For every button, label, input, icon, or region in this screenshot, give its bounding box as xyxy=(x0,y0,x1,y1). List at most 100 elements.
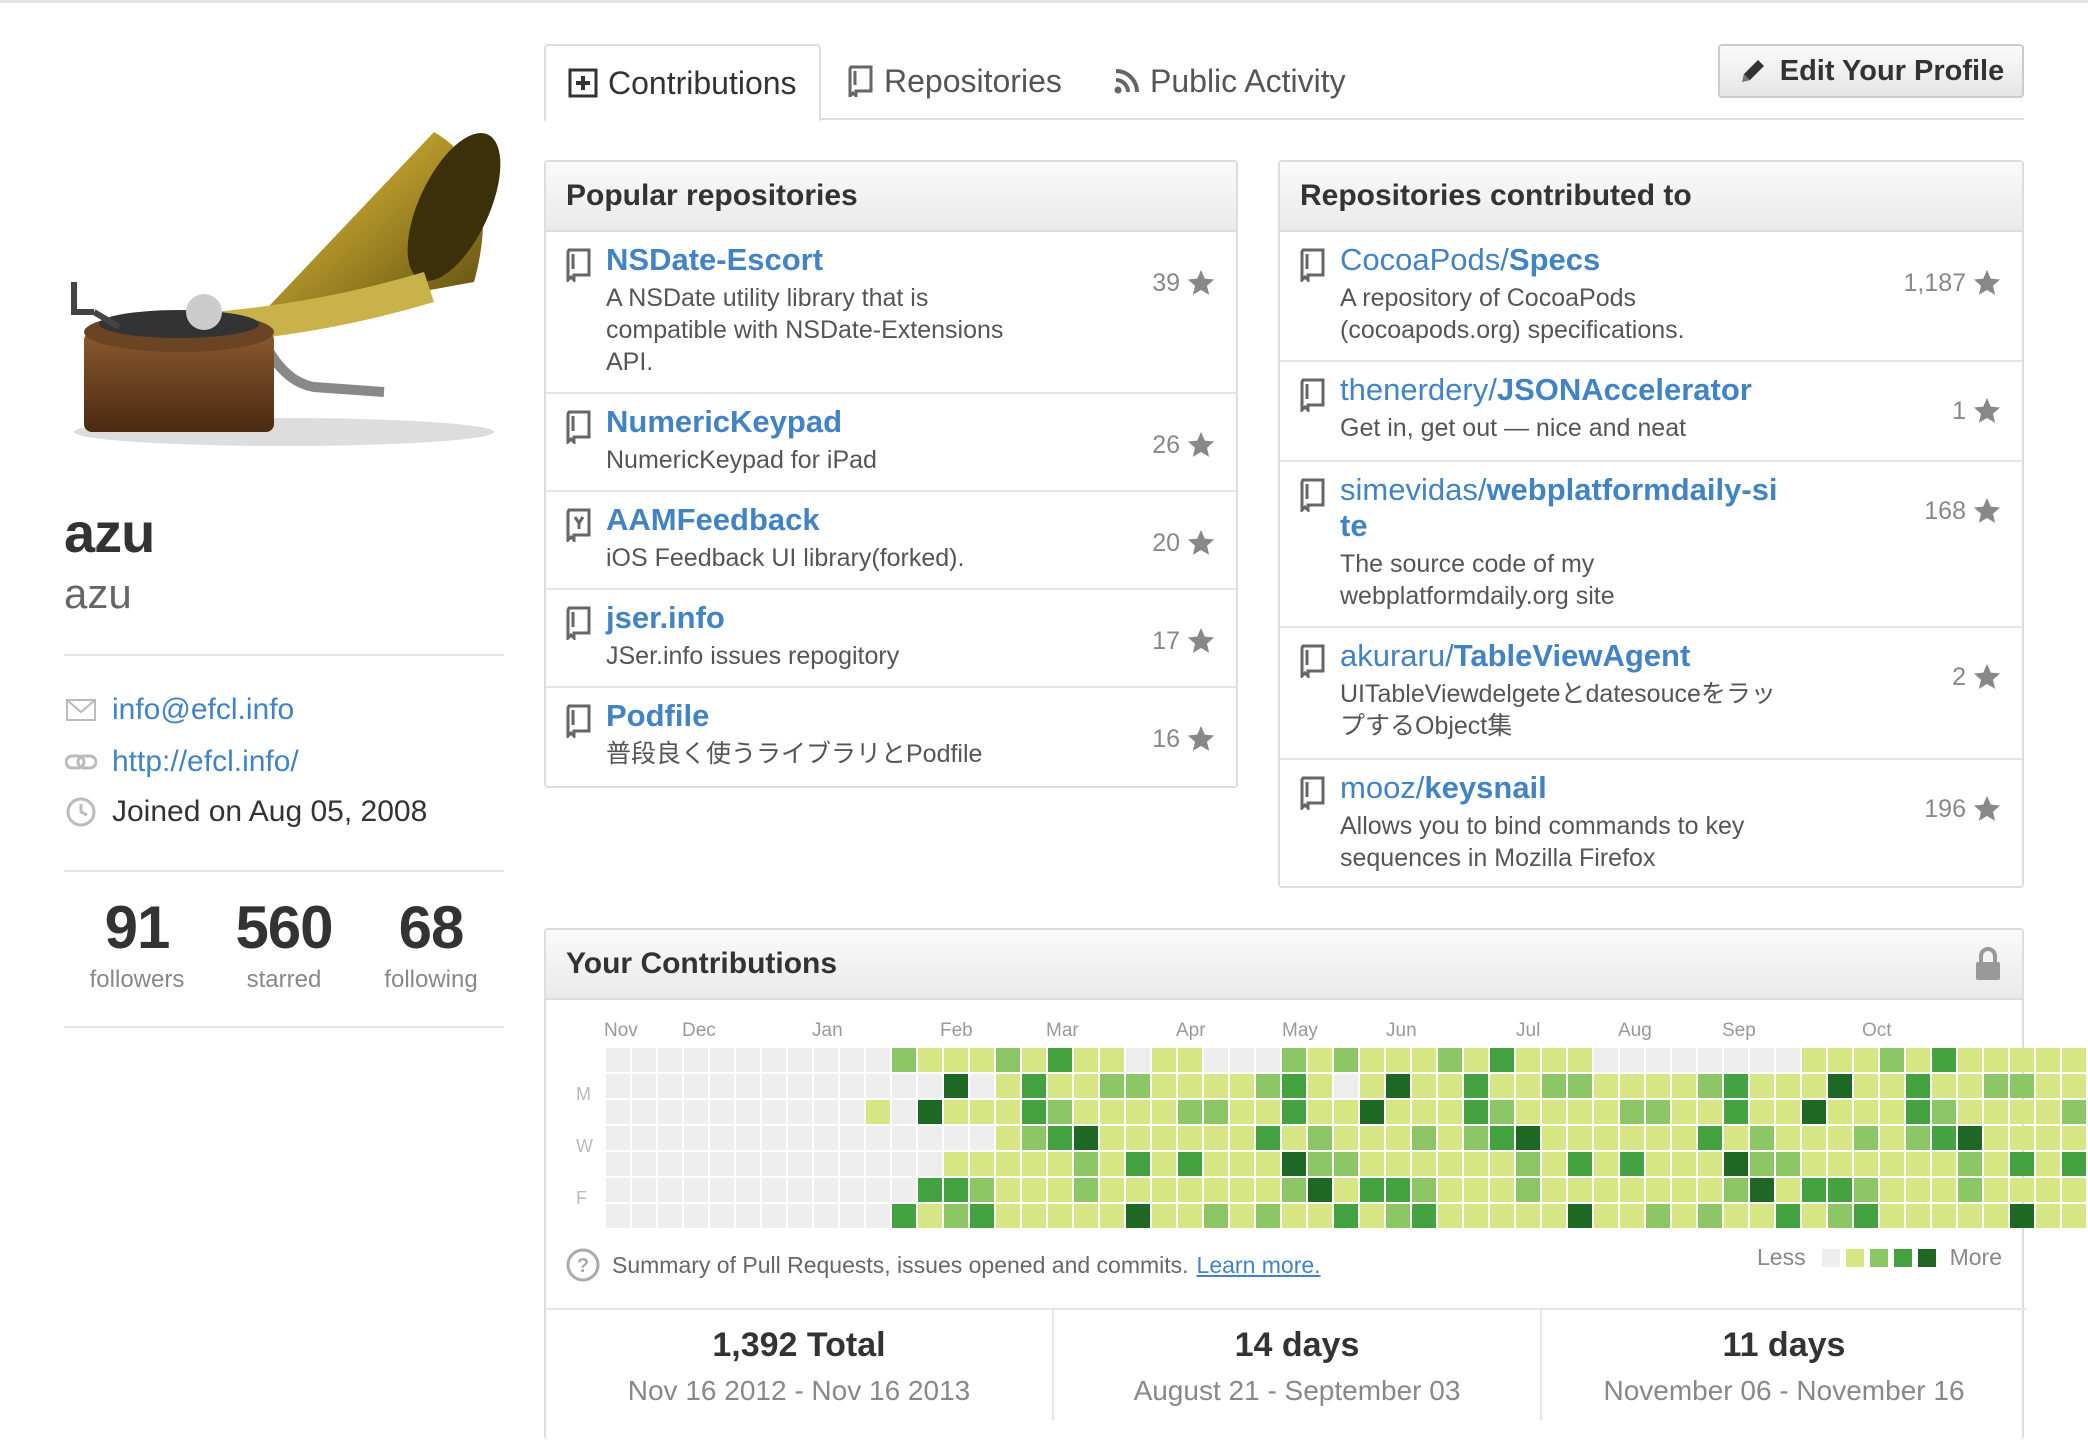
contribution-day[interactable] xyxy=(1542,1126,1566,1150)
contribution-day[interactable] xyxy=(1984,1152,2008,1176)
repo-item[interactable]: mooz/keysnail Allows you to bind command… xyxy=(1280,760,2022,886)
contribution-day[interactable] xyxy=(710,1178,734,1202)
contribution-day[interactable] xyxy=(606,1152,630,1176)
contribution-day[interactable] xyxy=(1698,1152,1722,1176)
contribution-day[interactable] xyxy=(762,1204,786,1228)
contribution-day[interactable] xyxy=(1074,1152,1098,1176)
contribution-day[interactable] xyxy=(1282,1074,1306,1098)
contribution-day[interactable] xyxy=(1230,1048,1254,1072)
contribution-day[interactable] xyxy=(1100,1152,1124,1176)
contribution-day[interactable] xyxy=(1594,1048,1618,1072)
contribution-day[interactable] xyxy=(1698,1100,1722,1124)
contribution-day[interactable] xyxy=(1490,1074,1514,1098)
contribution-day[interactable] xyxy=(1152,1152,1176,1176)
contribution-day[interactable] xyxy=(1204,1100,1228,1124)
contribution-day[interactable] xyxy=(814,1048,838,1072)
contribution-day[interactable] xyxy=(1282,1178,1306,1202)
contribution-day[interactable] xyxy=(1906,1074,1930,1098)
contribution-day[interactable] xyxy=(1360,1048,1384,1072)
contribution-day[interactable] xyxy=(1126,1178,1150,1202)
contribution-day[interactable] xyxy=(1906,1100,1930,1124)
contribution-day[interactable] xyxy=(1854,1178,1878,1202)
contribution-day[interactable] xyxy=(1100,1204,1124,1228)
contribution-day[interactable] xyxy=(2062,1048,2086,1072)
contribution-day[interactable] xyxy=(944,1074,968,1098)
contribution-day[interactable] xyxy=(2010,1152,2034,1176)
contribution-day[interactable] xyxy=(2010,1100,2034,1124)
contribution-day[interactable] xyxy=(1464,1100,1488,1124)
contribution-day[interactable] xyxy=(892,1204,916,1228)
contribution-day[interactable] xyxy=(684,1074,708,1098)
contribution-day[interactable] xyxy=(710,1048,734,1072)
contribution-day[interactable] xyxy=(1100,1074,1124,1098)
contribution-day[interactable] xyxy=(1958,1100,1982,1124)
contribution-day[interactable] xyxy=(1620,1126,1644,1150)
contribution-day[interactable] xyxy=(1906,1204,1930,1228)
contribution-day[interactable] xyxy=(1022,1152,1046,1176)
contribution-day[interactable] xyxy=(918,1048,942,1072)
contribution-day[interactable] xyxy=(1672,1204,1696,1228)
contribution-day[interactable] xyxy=(1958,1074,1982,1098)
repo-name-link[interactable]: AAMFeedback xyxy=(606,502,820,538)
contribution-day[interactable] xyxy=(1802,1074,1826,1098)
contribution-day[interactable] xyxy=(1620,1100,1644,1124)
contribution-day[interactable] xyxy=(1724,1152,1748,1176)
contribution-day[interactable] xyxy=(918,1100,942,1124)
contribution-day[interactable] xyxy=(1828,1126,1852,1150)
contribution-day[interactable] xyxy=(1698,1204,1722,1228)
contribution-day[interactable] xyxy=(1594,1204,1618,1228)
contribution-day[interactable] xyxy=(1932,1100,1956,1124)
contribution-day[interactable] xyxy=(840,1152,864,1176)
contribution-day[interactable] xyxy=(1854,1100,1878,1124)
contribution-day[interactable] xyxy=(1880,1204,1904,1228)
contribution-day[interactable] xyxy=(684,1048,708,1072)
contribution-day[interactable] xyxy=(1204,1126,1228,1150)
contribution-day[interactable] xyxy=(606,1100,630,1124)
repo-item[interactable]: Podfile 普段良く使うライブラリとPodfile 16 xyxy=(546,688,1236,784)
contribution-day[interactable] xyxy=(1490,1048,1514,1072)
contribution-day[interactable] xyxy=(1490,1178,1514,1202)
contribution-day[interactable] xyxy=(1074,1100,1098,1124)
contribution-day[interactable] xyxy=(892,1178,916,1202)
contribution-day[interactable] xyxy=(1880,1178,1904,1202)
contribution-day[interactable] xyxy=(1360,1100,1384,1124)
contribution-day[interactable] xyxy=(892,1126,916,1150)
contribution-day[interactable] xyxy=(1932,1152,1956,1176)
contribution-day[interactable] xyxy=(1308,1126,1332,1150)
contribution-day[interactable] xyxy=(866,1100,890,1124)
repo-stars[interactable]: 20 xyxy=(1152,528,1216,558)
repo-stars[interactable]: 168 xyxy=(1924,496,2002,526)
contribution-day[interactable] xyxy=(1646,1100,1670,1124)
contribution-day[interactable] xyxy=(1334,1178,1358,1202)
contribution-day[interactable] xyxy=(1646,1152,1670,1176)
contribution-day[interactable] xyxy=(1308,1152,1332,1176)
contribution-day[interactable] xyxy=(1412,1048,1436,1072)
contribution-day[interactable] xyxy=(2062,1152,2086,1176)
contribution-day[interactable] xyxy=(840,1100,864,1124)
learn-more-link[interactable]: Learn more. xyxy=(1197,1252,1321,1279)
contribution-day[interactable] xyxy=(2062,1126,2086,1150)
contribution-day[interactable] xyxy=(1438,1152,1462,1176)
contribution-day[interactable] xyxy=(1776,1126,1800,1150)
contribution-day[interactable] xyxy=(1022,1074,1046,1098)
contribution-day[interactable] xyxy=(1152,1048,1176,1072)
contribution-day[interactable] xyxy=(1464,1126,1488,1150)
contribution-day[interactable] xyxy=(1334,1204,1358,1228)
contribution-day[interactable] xyxy=(892,1048,916,1072)
contribution-day[interactable] xyxy=(762,1048,786,1072)
help-icon[interactable]: ? xyxy=(566,1248,600,1282)
contribution-day[interactable] xyxy=(1438,1204,1462,1228)
contribution-day[interactable] xyxy=(1594,1152,1618,1176)
stat-followers[interactable]: 91 followers xyxy=(64,896,210,994)
contribution-day[interactable] xyxy=(970,1152,994,1176)
contribution-day[interactable] xyxy=(1178,1048,1202,1072)
contribution-day[interactable] xyxy=(1568,1074,1592,1098)
contribution-day[interactable] xyxy=(814,1152,838,1176)
contribution-day[interactable] xyxy=(2010,1126,2034,1150)
contribution-day[interactable] xyxy=(1126,1152,1150,1176)
contribution-day[interactable] xyxy=(1230,1178,1254,1202)
contribution-day[interactable] xyxy=(944,1100,968,1124)
contribution-day[interactable] xyxy=(1152,1126,1176,1150)
repo-stars[interactable]: 26 xyxy=(1152,430,1216,460)
contribution-day[interactable] xyxy=(684,1178,708,1202)
